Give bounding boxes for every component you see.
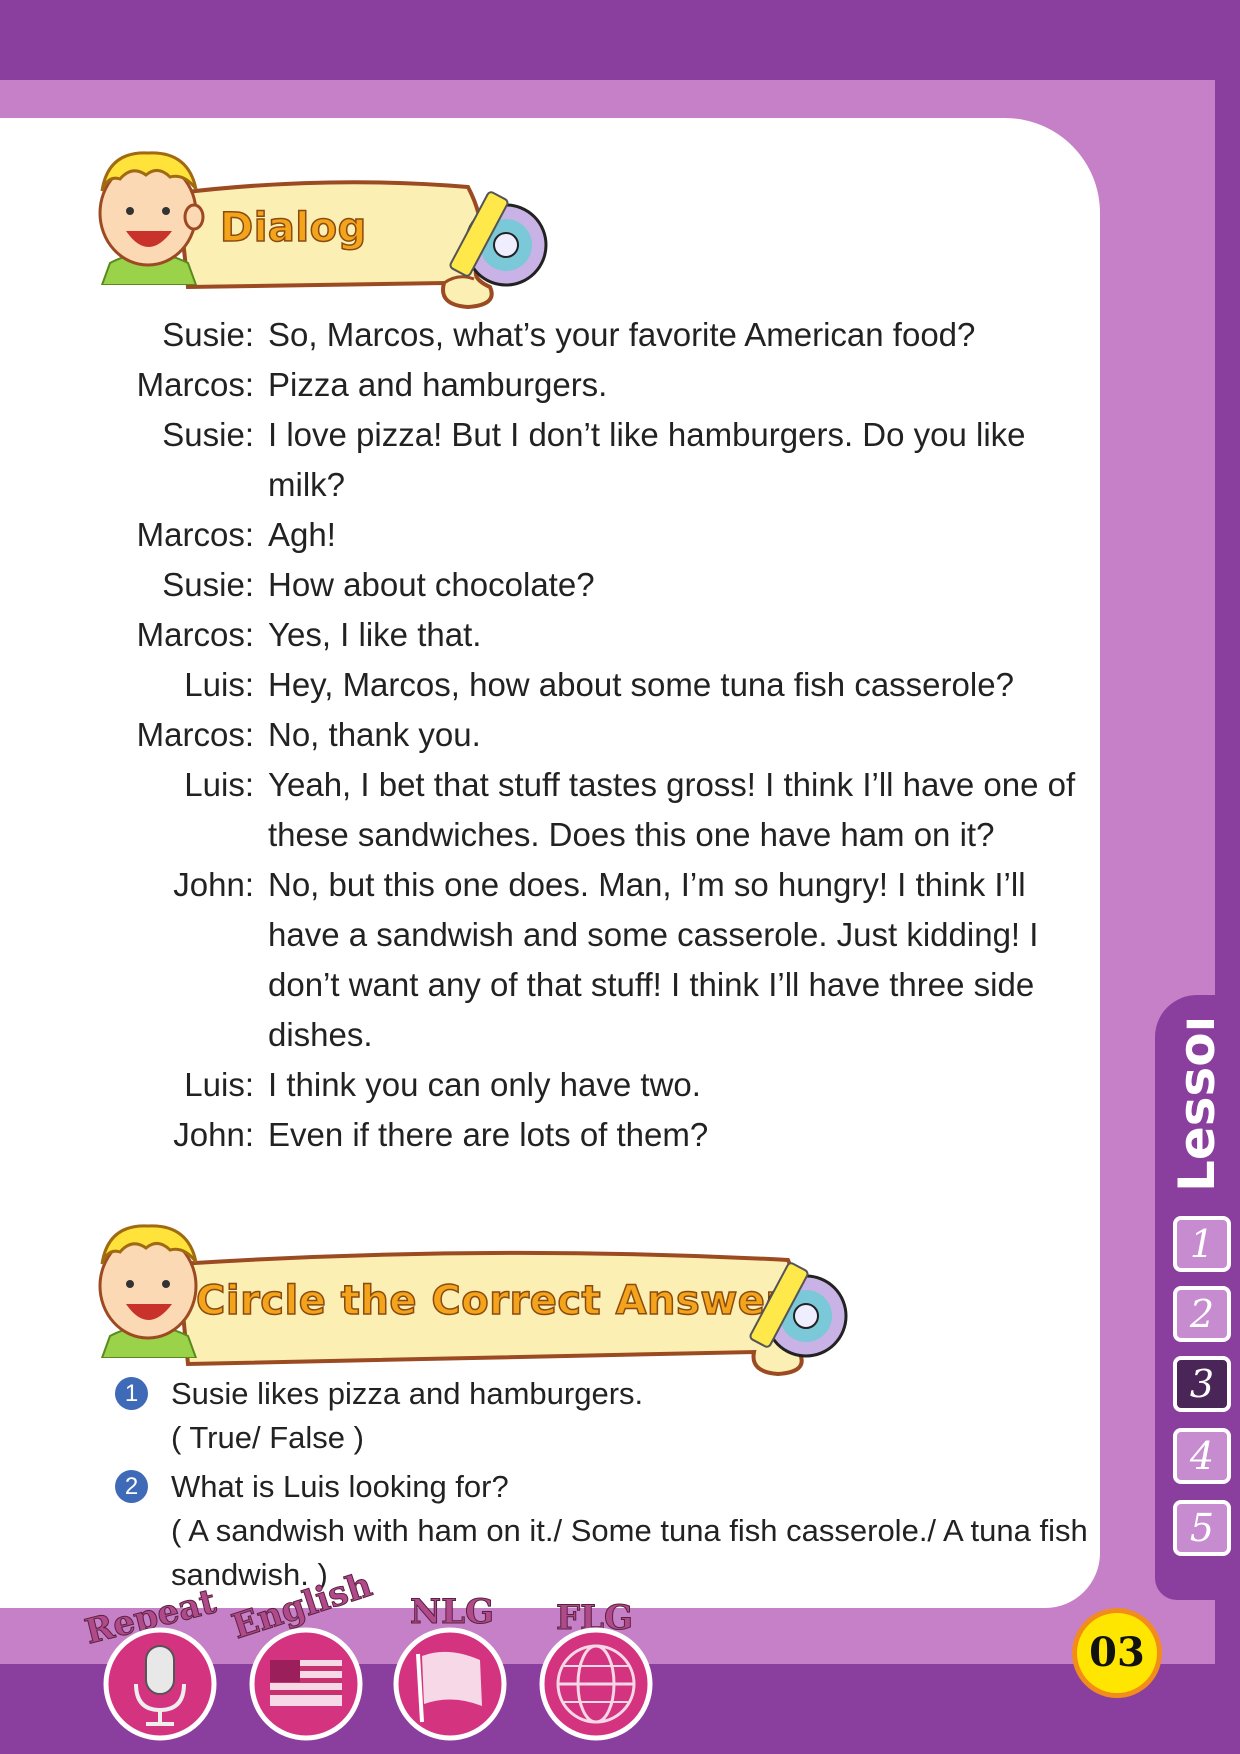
lesson-3-button[interactable]: 3: [1173, 1356, 1231, 1412]
dialog-line: John: No, but this one does. Man, I’m so …: [0, 860, 1100, 1060]
pen-cd-icon: [449, 191, 548, 287]
dialog-text: So, Marcos, what’s your favorite America…: [268, 316, 976, 353]
dialog-line: Susie: How about chocolate?: [0, 560, 1100, 610]
speaker-name: Luis:: [184, 766, 254, 803]
svg-text:Lesson: Lesson: [1168, 1020, 1226, 1192]
dialog-line: Luis: Hey, Marcos, how about some tuna fi…: [0, 660, 1100, 710]
dialog-text: Yes, I like that.: [268, 616, 482, 653]
nlg-badge[interactable]: NLG: [392, 1592, 542, 1750]
speaker-name: Marcos:: [136, 366, 254, 403]
speaker-name: Marcos:: [136, 616, 254, 653]
dialog-text: How about chocolate?: [268, 566, 595, 603]
globe-icon: [539, 1627, 653, 1741]
dialog-text: Agh!: [268, 516, 336, 553]
speaker-name: John:: [173, 1116, 254, 1153]
speaker-name: Marcos:: [136, 516, 254, 553]
dialog-line: Marcos: Agh!: [0, 510, 1100, 560]
dialog-line: Luis: I think you can only have two.: [0, 1060, 1100, 1110]
speaker-name: Susie:: [162, 416, 254, 453]
lesson-2-button[interactable]: 2: [1173, 1286, 1231, 1342]
speaker-name: Luis:: [184, 666, 254, 703]
dialog-text: Pizza and hamburgers.: [268, 366, 608, 403]
top-band: [0, 0, 1240, 80]
pen-cd-icon: [749, 1262, 848, 1358]
question-item: 1 Susie likes pizza and hamburgers. ( Tr…: [112, 1372, 1071, 1460]
dialog-text: I think you can only have two.: [268, 1066, 701, 1103]
microphone-icon: [103, 1627, 217, 1741]
dialog-text: No, thank you.: [268, 716, 481, 753]
dialog-text: Yeah, I bet that stuff tastes gross! I t…: [268, 766, 1076, 853]
exercise-title: Circle the Correct Answer: [195, 1277, 786, 1325]
dialog-header: Dialog: [88, 145, 568, 310]
flag-icon: [393, 1627, 507, 1741]
question-text: What is Luis looking for?: [171, 1469, 509, 1504]
lesson-1-button[interactable]: 1: [1173, 1216, 1231, 1272]
speaker-name: John:: [173, 866, 254, 903]
dialog-line: Marcos: No, thank you.: [0, 710, 1100, 760]
page-number: 03: [1072, 1608, 1162, 1698]
us-flag-icon: [249, 1627, 363, 1741]
question-number: 1: [115, 1377, 148, 1410]
speaker-name: Susie:: [162, 316, 254, 353]
question-text: Susie likes pizza and hamburgers.: [171, 1376, 644, 1411]
lesson-5-button[interactable]: 5: [1173, 1500, 1231, 1556]
flg-badge[interactable]: FLG: [538, 1598, 688, 1750]
dialog-title: Dialog: [219, 204, 367, 252]
dialog-line: Marcos: Yes, I like that.: [0, 610, 1100, 660]
speaker-name: Susie:: [162, 566, 254, 603]
question-item: 2 What is Luis looking for? ( A sandwish…: [112, 1465, 1091, 1597]
boy-face-icon: [98, 1224, 198, 1358]
dialog-line: Luis: Yeah, I bet that stuff tastes gross…: [0, 760, 1100, 860]
speaker-name: Luis:: [184, 1066, 254, 1103]
dialog-line: Susie: So, Marcos, what’s your favorite A…: [0, 310, 1100, 360]
dialog-transcript: Susie: So, Marcos, what’s your favorite A…: [0, 310, 1100, 1160]
dialog-line: Marcos: Pizza and hamburgers.: [0, 360, 1100, 410]
answer-options[interactable]: ( True/ False ): [171, 1416, 1071, 1460]
english-badge[interactable]: English: [227, 1564, 392, 1750]
repeat-badge[interactable]: Repeat: [81, 1581, 242, 1750]
dialog-line: Susie: I love pizza! But I don’t like ham…: [0, 410, 1100, 510]
dialog-text: I love pizza! But I don’t like hamburger…: [268, 416, 1026, 503]
question-number: 2: [115, 1470, 148, 1503]
lesson-4-button[interactable]: 4: [1173, 1428, 1231, 1484]
dialog-line: John: Even if there are lots of them?: [0, 1110, 1100, 1160]
dialog-text: No, but this one does. Man, I’m so hungr…: [268, 866, 1039, 1053]
dialog-text: Hey, Marcos, how about some tuna fish ca…: [268, 666, 1014, 703]
exercise-header: Circle the Correct Answer: [88, 1218, 868, 1378]
speaker-name: Marcos:: [136, 716, 254, 753]
dialog-text: Even if there are lots of them?: [268, 1116, 709, 1153]
boy-face-icon: [98, 151, 205, 285]
lesson-label: Lesson: [1168, 1020, 1226, 1192]
